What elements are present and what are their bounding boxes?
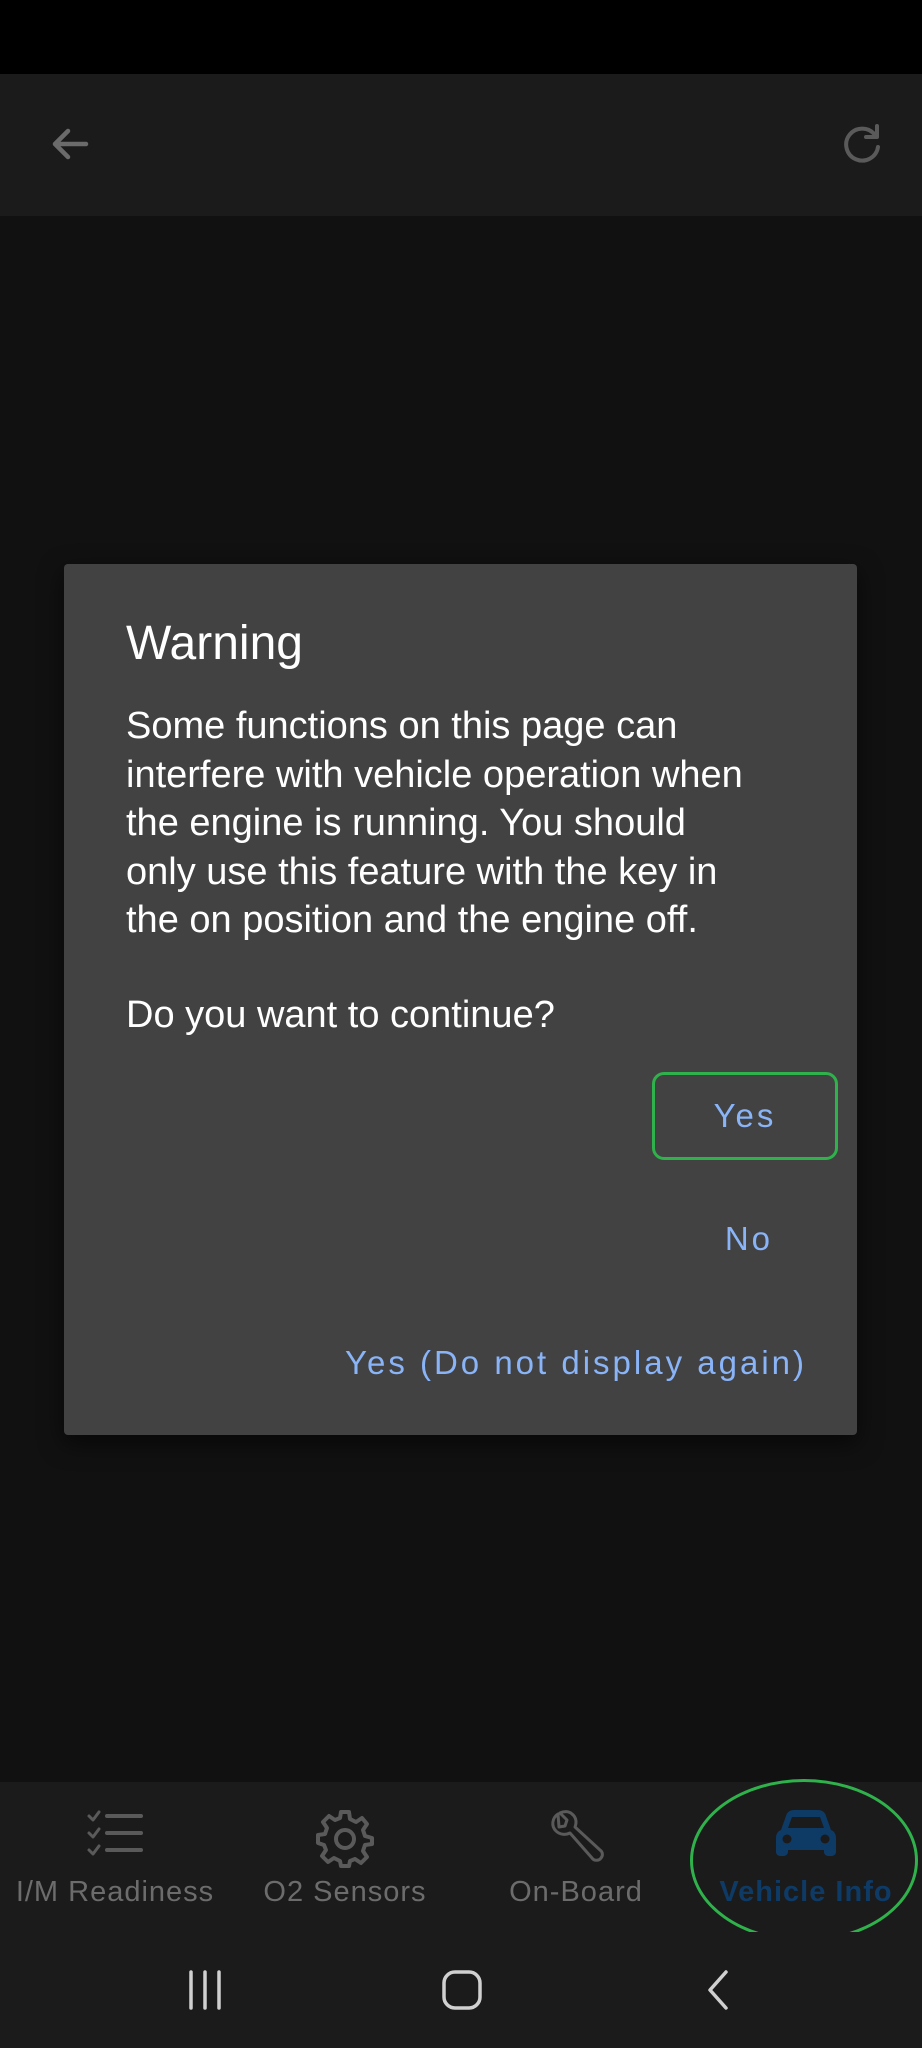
status-bar — [0, 0, 922, 74]
dialog-message: Some functions on this page can interfer… — [126, 705, 743, 941]
nav-item-im-readiness[interactable]: I/M Readiness — [0, 1782, 230, 1932]
nav-item-on-board[interactable]: On-Board — [461, 1782, 691, 1932]
yes-button-label: Yes — [713, 1097, 777, 1134]
highlight-ring — [690, 1779, 918, 1942]
refresh-icon — [844, 124, 880, 163]
nav-item-o2-sensors[interactable]: O2 Sensors — [230, 1782, 460, 1932]
dialog-title: Warning — [126, 617, 303, 670]
chevron-left-icon — [708, 1970, 728, 2010]
arrow-back-icon — [52, 128, 89, 160]
warning-dialog: Warning Some functions on this page can … — [64, 564, 857, 1435]
nav-label: On-Board — [509, 1876, 643, 1908]
back-button[interactable] — [30, 104, 110, 184]
refresh-button[interactable] — [822, 104, 902, 184]
system-navigation-bar — [0, 1932, 922, 2048]
gear-icon — [316, 1810, 374, 1868]
top-app-bar — [0, 74, 922, 216]
home-button[interactable] — [422, 1958, 502, 2022]
recent-apps-icon — [189, 1970, 221, 2010]
checklist-icon — [87, 1810, 143, 1856]
dialog-question: Do you want to continue? — [126, 994, 555, 1036]
nav-label: I/M Readiness — [15, 1876, 215, 1908]
system-back-button[interactable] — [680, 1958, 760, 2022]
nav-label: O2 Sensors — [263, 1876, 427, 1908]
home-icon — [442, 1970, 482, 2010]
yes-button[interactable]: Yes — [652, 1072, 838, 1160]
wrench-icon — [551, 1810, 604, 1862]
no-button[interactable]: No — [725, 1220, 773, 1258]
yes-do-not-display-again-button[interactable]: Yes (Do not display again) — [345, 1344, 807, 1382]
recent-apps-button[interactable] — [165, 1958, 245, 2022]
